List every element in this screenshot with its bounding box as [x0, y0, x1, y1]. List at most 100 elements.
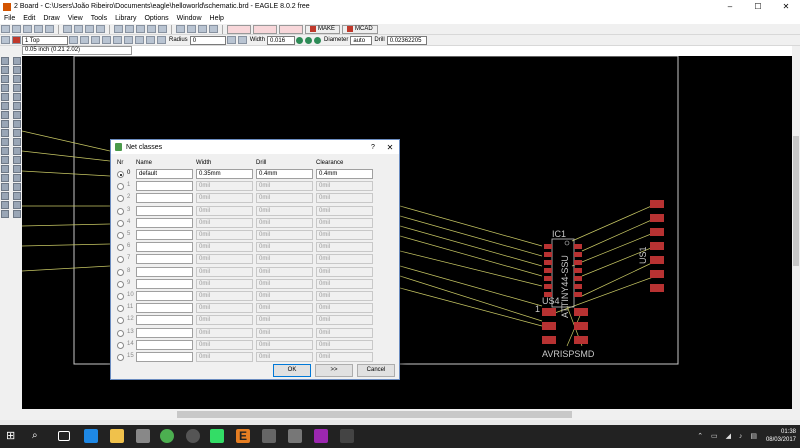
- clearance-field[interactable]: 0mil: [316, 205, 373, 216]
- width-field[interactable]: 0mil: [196, 254, 253, 265]
- maximize-button[interactable]: ☐: [744, 0, 772, 13]
- edge-icon[interactable]: [84, 429, 98, 443]
- info-icon[interactable]: [1, 25, 10, 33]
- wire-bend-4-icon[interactable]: [113, 36, 122, 44]
- menu-edit[interactable]: Edit: [19, 15, 39, 22]
- grid-icon[interactable]: [1, 36, 10, 44]
- clearance-field[interactable]: 0.4mm: [316, 169, 373, 179]
- cam-icon[interactable]: [45, 25, 54, 33]
- drill-field[interactable]: 0mil: [256, 315, 313, 326]
- name-field[interactable]: [136, 205, 193, 216]
- via-round-icon[interactable]: [296, 36, 304, 44]
- menu-view[interactable]: View: [64, 15, 87, 22]
- zoom-out-icon[interactable]: [136, 25, 145, 33]
- width-field[interactable]: 0mil: [196, 291, 253, 301]
- clearance-field[interactable]: 0mil: [316, 193, 373, 204]
- row-radio[interactable]: [117, 207, 124, 215]
- name-field[interactable]: default: [136, 169, 193, 179]
- app3-icon[interactable]: [288, 429, 302, 443]
- miter-tool-icon[interactable]: [13, 120, 21, 128]
- drill-field[interactable]: 0.02362205: [386, 35, 427, 45]
- hole-tool-icon[interactable]: [1, 183, 9, 191]
- row-radio[interactable]: [117, 293, 124, 300]
- start-icon[interactable]: ⊞: [6, 429, 20, 443]
- signal-tool-icon[interactable]: [13, 174, 21, 182]
- drill-field[interactable]: 0mil: [256, 291, 313, 301]
- copy-tool-icon[interactable]: [13, 66, 21, 74]
- miter-icon[interactable]: [226, 36, 236, 44]
- show-tool-icon[interactable]: [13, 57, 21, 65]
- row-radio[interactable]: [117, 219, 124, 227]
- clearance-field[interactable]: 0mil: [316, 181, 373, 192]
- arc-tool-icon[interactable]: [13, 156, 21, 164]
- row-radio[interactable]: [117, 268, 124, 276]
- board-icon[interactable]: [74, 25, 83, 33]
- cancel-button[interactable]: Cancel: [357, 364, 395, 377]
- width-field[interactable]: 0mil: [196, 242, 253, 253]
- width-field[interactable]: 0.016: [267, 35, 296, 45]
- width-field[interactable]: 0mil: [196, 327, 253, 338]
- width-field[interactable]: 0mil: [196, 352, 253, 362]
- name-field[interactable]: [136, 242, 193, 253]
- drill-field[interactable]: 0mil: [256, 217, 313, 228]
- row-radio[interactable]: [117, 195, 124, 203]
- ok-button[interactable]: OK: [273, 364, 311, 377]
- mcad-button[interactable]: MCAD: [342, 24, 378, 34]
- diameter-field[interactable]: auto: [350, 35, 373, 45]
- search-icon[interactable]: ⌕: [32, 429, 46, 443]
- zoom-select-icon[interactable]: [158, 25, 167, 33]
- drill-field[interactable]: 0mil: [256, 278, 313, 289]
- menu-file[interactable]: File: [0, 15, 19, 22]
- close-window-button[interactable]: ✕: [772, 0, 800, 13]
- redo-icon[interactable]: [187, 25, 196, 33]
- ripup-tool-icon[interactable]: [13, 138, 21, 146]
- change-tool-icon[interactable]: [13, 84, 21, 92]
- name-field[interactable]: [136, 327, 193, 338]
- system-tray-icons[interactable]: ⌃ ▭ ◢ ♪ ▤: [697, 432, 760, 440]
- menu-help[interactable]: Help: [206, 15, 228, 22]
- script-icon[interactable]: [85, 25, 94, 33]
- radius-field[interactable]: 0: [189, 35, 226, 45]
- width-field[interactable]: 0mil: [196, 193, 253, 204]
- name-field[interactable]: [136, 254, 193, 265]
- save-icon[interactable]: [23, 25, 32, 33]
- width-field[interactable]: 0mil: [196, 266, 253, 277]
- name-tool-icon[interactable]: [1, 111, 9, 119]
- row-radio[interactable]: [117, 232, 124, 239]
- wire-bend-2-icon[interactable]: [91, 36, 100, 44]
- name-field[interactable]: [136, 266, 193, 277]
- app5-icon[interactable]: [340, 429, 354, 443]
- route-tool-icon[interactable]: [1, 138, 9, 146]
- clearance-field[interactable]: 0mil: [316, 266, 373, 277]
- clearance-field[interactable]: 0mil: [316, 327, 373, 338]
- group-tool-icon[interactable]: [1, 84, 9, 92]
- width-field[interactable]: 0mil: [196, 339, 253, 350]
- name-field[interactable]: [136, 230, 193, 240]
- width-field[interactable]: 0mil: [196, 217, 253, 228]
- clearance-field[interactable]: 0mil: [316, 254, 373, 265]
- split-tool-icon[interactable]: [1, 129, 9, 137]
- wire-bend-5-icon[interactable]: [124, 36, 133, 44]
- make-button[interactable]: MAKE: [305, 24, 341, 34]
- dimension-tool-icon[interactable]: [1, 192, 9, 200]
- drill-field[interactable]: 0mil: [256, 181, 313, 192]
- clearance-field[interactable]: 0mil: [316, 278, 373, 289]
- open-icon[interactable]: [12, 25, 21, 33]
- store-icon[interactable]: [136, 429, 150, 443]
- help-button[interactable]: ?: [365, 144, 381, 151]
- dialog-close-button[interactable]: ✕: [381, 143, 399, 152]
- drill-field[interactable]: 0mil: [256, 303, 313, 314]
- clearance-field[interactable]: 0mil: [316, 217, 373, 228]
- fusion-pull-button[interactable]: [279, 24, 303, 34]
- row-radio[interactable]: [117, 244, 124, 252]
- vertical-scroll-thumb[interactable]: [793, 136, 799, 266]
- print-icon[interactable]: [34, 25, 43, 33]
- drill-field[interactable]: 0mil: [256, 254, 313, 265]
- move-tool-icon[interactable]: [1, 66, 9, 74]
- lock-tool-icon[interactable]: [13, 102, 21, 110]
- wire-bend-8-icon[interactable]: [157, 36, 166, 44]
- text-tool-icon[interactable]: [13, 147, 21, 155]
- task-view-icon[interactable]: [58, 431, 70, 441]
- fusion-push-button[interactable]: [253, 24, 277, 34]
- menu-options[interactable]: Options: [140, 15, 172, 22]
